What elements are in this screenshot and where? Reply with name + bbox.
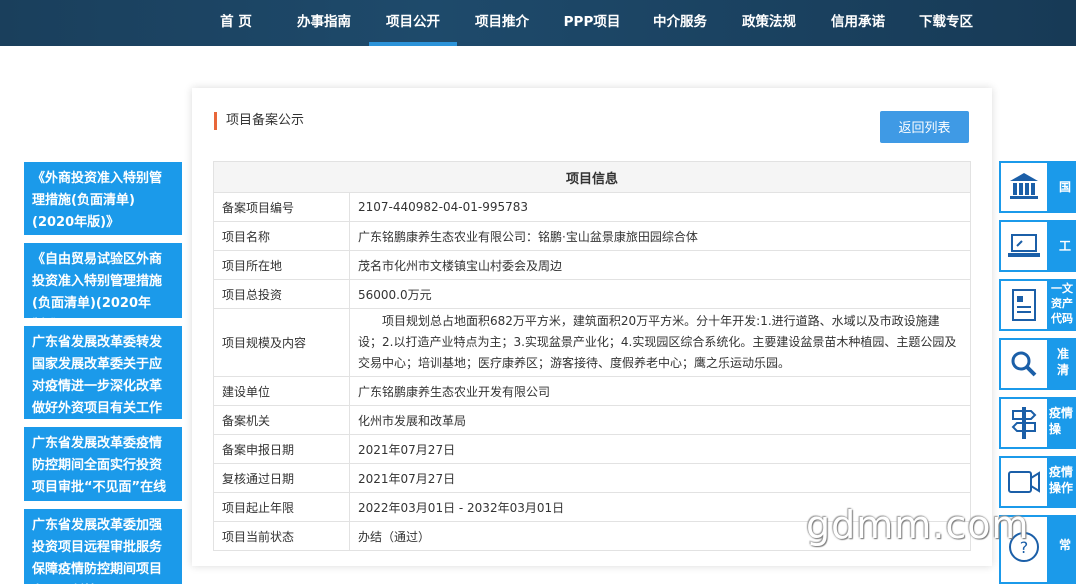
right-tile-epidemic[interactable]: 疫情 操 [999, 397, 1076, 449]
table-header: 项目信息 [213, 161, 971, 193]
left-link-epidemic-reform-notice[interactable]: 广东省发展改革委转发国家发展改革委关于应对疫情进一步深化改革做好外资项目有关工作… [24, 326, 182, 438]
table-row: 项目所在地 茂名市化州市文楼镇宝山村委会及周边 [213, 250, 971, 280]
top-navigation: 首 页 办事指南 项目公开 项目推介 PPP项目 中介服务 政策法规 信用承诺 … [0, 0, 1076, 46]
back-to-list-button[interactable]: 返回列表 [880, 111, 969, 143]
row-value-scale-content: 项目规划总占地面积682万平方米，建筑面积20万平方米。分十年开发:1.进行道路… [349, 308, 971, 377]
bank-icon [999, 161, 1049, 213]
right-tile-document[interactable]: 一文 资产 代码 [999, 279, 1076, 331]
table-row: 项目规模及内容 项目规划总占地面积682万平方米，建筑面积20万平方米。分十年开… [213, 308, 971, 377]
nav-item-ppp[interactable]: PPP项目 [556, 0, 628, 46]
table-row: 备案机关 化州市发展和改革局 [213, 405, 971, 435]
table-row: 项目名称 广东铭鹏康养生态农业有限公司：铭鹏·宝山盆景康旅田园综合体 [213, 221, 971, 251]
right-tile-label: 一文 资产 代码 [1049, 279, 1076, 331]
nav-item-download[interactable]: 下载专区 [910, 0, 982, 46]
row-value: 2021年07月27日 [349, 434, 971, 464]
row-key: 备案项目编号 [213, 192, 350, 222]
right-tile-label: 国 [1049, 161, 1076, 213]
watermark: gdmm.com [806, 503, 1030, 547]
video-icon [999, 456, 1049, 508]
right-tile-work[interactable]: 工 [999, 220, 1076, 272]
laptop-icon [999, 220, 1049, 272]
table-row: 项目总投资 56000.0万元 [213, 279, 971, 309]
document-icon [999, 279, 1049, 331]
nav-active-indicator [369, 42, 457, 46]
nav-item-home[interactable]: 首 页 [210, 0, 262, 46]
magnifier-icon [999, 338, 1049, 390]
right-tile-label: 工 [1049, 220, 1076, 272]
row-value: 化州市发展和改革局 [349, 405, 971, 435]
row-key: 备案申报日期 [213, 434, 350, 464]
project-info-table: 项目信息 备案项目编号 2107-440982-04-01-995783 项目名… [213, 161, 971, 551]
row-value: 茂名市化州市文楼镇宝山村委会及周边 [349, 250, 971, 280]
row-value: 广东铭鹏康养生态农业开发有限公司 [349, 376, 971, 406]
row-value: 56000.0万元 [349, 279, 971, 309]
row-key: 项目当前状态 [213, 521, 350, 551]
section-title: 项目备案公示 [214, 112, 304, 130]
row-key: 项目名称 [213, 221, 350, 251]
table-row: 备案项目编号 2107-440982-04-01-995783 [213, 192, 971, 222]
row-key: 项目规模及内容 [213, 308, 350, 377]
nav-item-guide[interactable]: 办事指南 [288, 0, 360, 46]
row-key: 项目所在地 [213, 250, 350, 280]
right-tile-label: 准 清 [1049, 338, 1076, 390]
signpost-icon [999, 397, 1049, 449]
table-row: 复核通过日期 2021年07月27日 [213, 463, 971, 493]
table-row: 备案申报日期 2021年07月27日 [213, 434, 971, 464]
nav-item-agency[interactable]: 中介服务 [644, 0, 716, 46]
left-link-foreign-negative-list[interactable]: 《外商投资准入特别管理措施(负面清单)(2020年版)》 [24, 162, 182, 235]
row-value: 广东铭鹏康养生态农业有限公司：铭鹏·宝山盆景康旅田园综合体 [349, 221, 971, 251]
row-key: 建设单位 [213, 376, 350, 406]
left-link-online-approval[interactable]: 广东省发展改革委疫情防控期间全面实行投资项目审批“不见面”在线办理 [24, 427, 182, 517]
right-tile-label: 疫情 操 [1049, 397, 1076, 449]
nav-item-project-public[interactable]: 项目公开 [377, 0, 449, 46]
row-key: 项目起止年限 [213, 492, 350, 522]
right-tile-access[interactable]: 准 清 [999, 338, 1076, 390]
nav-item-project-promotion[interactable]: 项目推介 [466, 0, 538, 46]
left-link-ftz-negative-list[interactable]: 《自由贸易试验区外商投资准入特别管理措施(负面清单)(2020年版)》 [24, 243, 182, 333]
row-key: 复核通过日期 [213, 463, 350, 493]
row-key: 备案机关 [213, 405, 350, 435]
left-link-remote-approval[interactable]: 广东省发展改革委加强投资项目远程审批服务保障疫情防控期间项目办理不断档 [24, 509, 182, 584]
right-tile-label: 疫情 操作 [1049, 456, 1076, 508]
right-tile-national[interactable]: 国 [999, 161, 1076, 213]
nav-item-credit[interactable]: 信用承诺 [822, 0, 894, 46]
right-tile-label: 常 [1049, 515, 1076, 584]
right-tile-epidemic-operation[interactable]: 疫情 操作 [999, 456, 1076, 508]
row-key: 项目总投资 [213, 279, 350, 309]
row-value: 2021年07月27日 [349, 463, 971, 493]
nav-item-policy[interactable]: 政策法规 [733, 0, 805, 46]
table-row: 建设单位 广东铭鹏康养生态农业开发有限公司 [213, 376, 971, 406]
row-value: 2107-440982-04-01-995783 [349, 192, 971, 222]
table-header-row: 项目信息 [213, 161, 971, 193]
